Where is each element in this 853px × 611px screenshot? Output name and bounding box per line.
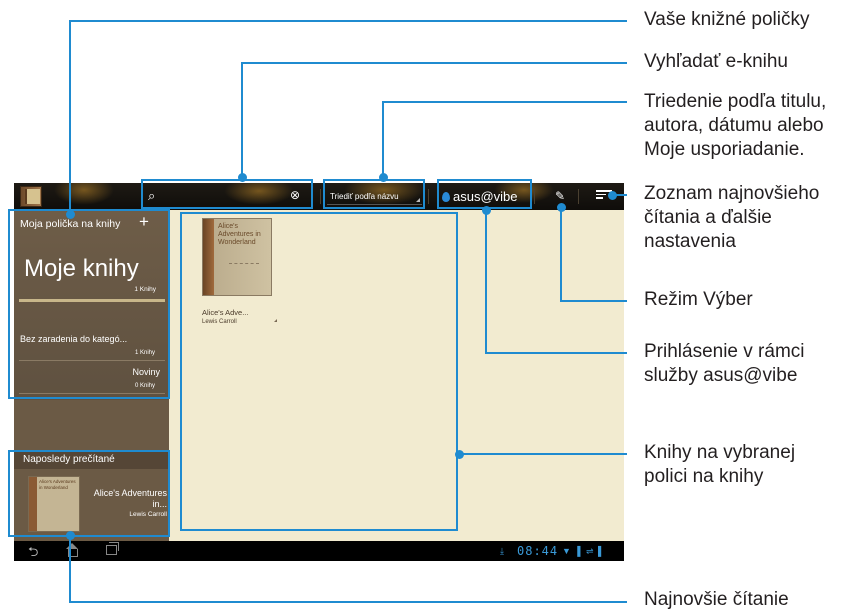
callout-select-mode: Režim Výber <box>644 289 753 310</box>
highlight-sort <box>323 179 425 209</box>
callout-vibe-login: Prihlásenie v rámci služby asus@vibe <box>644 341 805 386</box>
signal-icon: ▐ <box>574 546 581 556</box>
recent-apps-icon[interactable] <box>106 542 119 555</box>
callout-bookshelves: Vaše knižné poličky <box>644 9 810 30</box>
battery-icon: ▌ <box>598 546 605 556</box>
callout-sort: Triedenie podľa titulu, autora, dátumu al… <box>644 91 827 160</box>
download-icon: ⤓ <box>500 546 504 556</box>
callout-search: Vyhľadať e-knihu <box>644 51 788 72</box>
divider <box>534 189 535 204</box>
divider <box>320 189 321 204</box>
highlight-vibe <box>437 179 532 209</box>
highlight-recent <box>8 450 170 537</box>
callout-latest-reading: Najnovšie čítanie <box>644 589 789 610</box>
highlight-books <box>180 212 458 531</box>
action-bar: ⌕ ⊗ Triediť podľa názvu asus@vibe ✎ <box>14 183 624 210</box>
back-icon[interactable]: ⮌ <box>28 543 38 561</box>
clock: 08:44 <box>517 544 559 558</box>
wifi-icon: ▼ <box>562 546 571 556</box>
divider <box>578 189 579 204</box>
usb-icon: ⇌ <box>586 546 594 556</box>
highlight-bookshelves <box>8 209 170 399</box>
home-icon[interactable] <box>65 543 79 557</box>
system-nav-bar: ⮌ ⤓ 08:44 ▼ ▐ ⇌ ▌ <box>14 541 624 561</box>
app-logo-icon[interactable] <box>20 186 42 207</box>
highlight-search <box>141 179 313 209</box>
pencil-icon[interactable]: ✎ <box>552 188 568 204</box>
callout-recent-list: Zoznam najnovšieho čítania a ďalšie nastav… <box>644 183 820 252</box>
divider <box>428 189 429 204</box>
callout-books-on-shelf: Knihy na vybranej polici na knihy <box>644 442 796 487</box>
